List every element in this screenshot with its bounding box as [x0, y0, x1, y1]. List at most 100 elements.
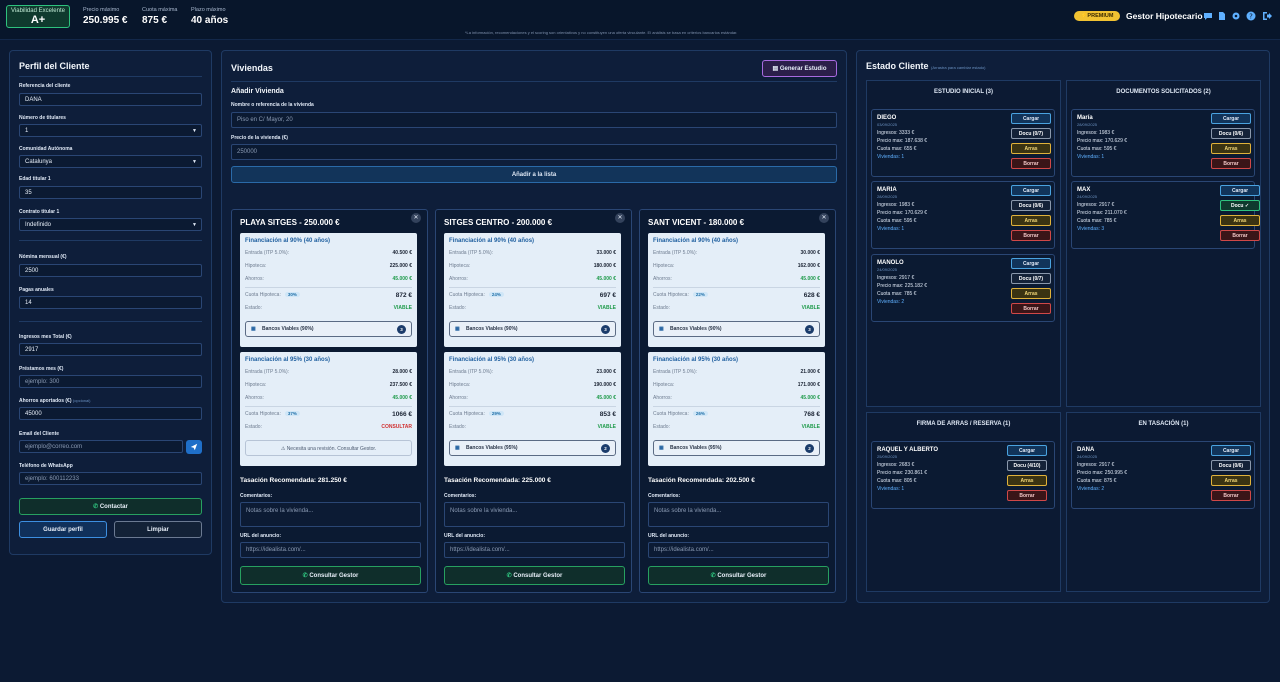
borrar-button[interactable]: Borrar — [1011, 158, 1051, 169]
close-icon[interactable]: ✕ — [819, 213, 829, 223]
guardar-perfil-button[interactable]: Guardar perfil — [19, 521, 107, 538]
bancos-viables-button[interactable]: ▦ Bancos Viables (95%) 2 — [653, 440, 820, 456]
consultar-gestor-button[interactable]: ✆ Consultar Gestor — [444, 566, 625, 585]
ahorros-input[interactable]: 45000 — [19, 407, 202, 420]
estado-row: Estado: CONSULTAR — [245, 424, 412, 432]
arras-button[interactable]: Arras — [1011, 143, 1051, 154]
docu-button[interactable]: Docu (0/6) — [1211, 460, 1251, 471]
cuota-value: 768 € — [803, 411, 820, 418]
docu-button[interactable]: Docu (0/6) — [1011, 200, 1051, 211]
contrato-select[interactable]: Indefinido ▼ — [19, 218, 202, 231]
comunidad-select[interactable]: Catalunya ▼ — [19, 155, 202, 168]
add-to-list-button[interactable]: Añadir a la lista — [231, 166, 837, 183]
chat-icon[interactable] — [1203, 11, 1213, 21]
arras-button[interactable]: Arras — [1211, 143, 1251, 154]
help-icon[interactable]: ? — [1246, 11, 1256, 21]
borrar-button[interactable]: Borrar — [1011, 303, 1051, 314]
cargar-button[interactable]: Cargar — [1011, 258, 1051, 269]
hipoteca-value: 180.000 € — [593, 263, 616, 269]
consultar-label: Consultar Gestor — [309, 573, 359, 579]
borrar-button[interactable]: Borrar — [1220, 230, 1260, 241]
bancos-viables-button[interactable]: ▦ Bancos Viables (90%) 3 — [449, 321, 616, 337]
logout-icon[interactable] — [1262, 11, 1272, 21]
client-card[interactable]: RAQUEL Y ALBERTO 25/09/2025 Ingresos: 26… — [871, 441, 1055, 509]
arras-button[interactable]: Arras — [1011, 215, 1051, 226]
url-input[interactable]: https://idealista.com/... — [444, 542, 625, 558]
arras-button[interactable]: Arras — [1220, 215, 1260, 226]
cargar-button[interactable]: Cargar — [1211, 113, 1251, 124]
tasacion-row: Tasación Recomendada: 225.000 € — [444, 477, 551, 484]
docu-button[interactable]: Docu (4/10) — [1007, 460, 1047, 471]
pagas-input[interactable]: 14 — [19, 296, 202, 309]
edad-input[interactable]: 35 — [19, 186, 202, 199]
comentarios-textarea[interactable]: Notas sobre la vivienda... — [240, 502, 421, 527]
url-input[interactable]: https://idealista.com/... — [648, 542, 829, 558]
bancos-viables-button[interactable]: ▦ Bancos Viables (95%) 2 — [449, 440, 616, 456]
borrar-button[interactable]: Borrar — [1007, 490, 1047, 501]
client-card[interactable]: MANOLO 24/09/2025 Ingresos: 2917 € Preci… — [871, 254, 1055, 322]
docu-button[interactable]: Docu (0/6) — [1211, 128, 1251, 139]
cargar-button[interactable]: Cargar — [1007, 445, 1047, 456]
whatsapp-field[interactable]: ejemplo: 600112233 — [19, 472, 202, 485]
cargar-button[interactable]: Cargar — [1211, 445, 1251, 456]
send-email-button[interactable] — [186, 440, 202, 454]
client-card[interactable]: MARIA 28/09/2025 Ingresos: 1983 € Precio… — [871, 181, 1055, 249]
consultar-gestor-button[interactable]: ✆ Consultar Gestor — [240, 566, 421, 585]
borrar-button[interactable]: Borrar — [1011, 230, 1051, 241]
vivienda-name-input[interactable]: Piso en C/ Mayor, 20 — [231, 112, 837, 128]
arras-button[interactable]: Arras — [1211, 475, 1251, 486]
bancos-viables-button[interactable]: ▦ Bancos Viables (90%) 3 — [245, 321, 412, 337]
nomina-input[interactable]: 2500 — [19, 264, 202, 277]
borrar-button[interactable]: Borrar — [1211, 158, 1251, 169]
client-cuota: Cuota max: 595 € — [1077, 146, 1117, 152]
document-icon[interactable] — [1217, 11, 1227, 21]
ahorros-row: Ahorros: 45.000 € — [449, 276, 616, 284]
ingresos-input[interactable]: 2917 — [19, 343, 202, 356]
ahorros-value: 45.000 € — [392, 395, 412, 401]
cuota-label: Cuota Hipoteca: — [449, 411, 485, 417]
close-icon[interactable]: ✕ — [615, 213, 625, 223]
ratio-badge: 37% — [284, 411, 300, 416]
gear-icon[interactable] — [1231, 11, 1241, 21]
docu-button[interactable]: Docu ✓ — [1220, 200, 1260, 211]
contactar-button[interactable]: ✆ Contactar — [19, 498, 202, 515]
client-card[interactable]: María 28/09/2025 Ingresos: 1983 € Precio… — [1071, 109, 1255, 177]
borrar-button[interactable]: Borrar — [1211, 490, 1251, 501]
arras-button[interactable]: Arras — [1011, 288, 1051, 299]
docu-button[interactable]: Docu (0/7) — [1011, 273, 1051, 284]
estado-label: Estado: — [449, 305, 466, 311]
bancos-viables-button[interactable]: ▦ Bancos Viables (90%) 3 — [653, 321, 820, 337]
close-icon[interactable]: ✕ — [411, 213, 421, 223]
prestamos-input[interactable]: ejemplo: 300 — [19, 375, 202, 388]
comentarios-textarea[interactable]: Notas sobre la vivienda... — [444, 502, 625, 527]
client-name: MANOLO — [877, 260, 904, 266]
kanban-column: EN TASACIÓN (1) DANA 24/09/2025 Ingresos… — [1066, 412, 1261, 592]
hipoteca-value: 237.500 € — [389, 382, 412, 388]
cargar-button[interactable]: Cargar — [1011, 113, 1051, 124]
email-field[interactable]: ejemplo@correo.com — [19, 440, 183, 453]
consultar-gestor-button[interactable]: ✆ Consultar Gestor — [648, 566, 829, 585]
url-input[interactable]: https://idealista.com/... — [240, 542, 421, 558]
ahorros-value: 45.000 € — [800, 395, 820, 401]
vivienda-price-input[interactable]: 250000 — [231, 144, 837, 160]
titulares-select[interactable]: 1 ▼ — [19, 124, 202, 137]
comentarios-textarea[interactable]: Notas sobre la vivienda... — [648, 502, 829, 527]
premium-badge: ⚡PREMIUM — [1074, 11, 1120, 21]
cargar-button[interactable]: Cargar — [1011, 185, 1051, 196]
docu-button[interactable]: Docu (0/7) — [1011, 128, 1051, 139]
client-card[interactable]: DIEGO 03/09/2025 Ingresos: 3333 € Precio… — [871, 109, 1055, 177]
disclaimer: *La información, recomendaciones y el sc… — [465, 30, 738, 35]
client-card[interactable]: MAX 24/09/2025 Ingresos: 2917 € Precio m… — [1071, 181, 1260, 249]
client-name: MARIA — [877, 187, 897, 193]
generar-estudio-button[interactable]: ▤ Generar Estudio — [762, 60, 837, 77]
arras-button[interactable]: Arras — [1007, 475, 1047, 486]
client-card[interactable]: DANA 24/09/2025 Ingresos: 2917 € Precio … — [1071, 441, 1255, 509]
vivienda-title: PLAYA SITGES - 250.000 € — [240, 218, 340, 227]
price-label: Precio de la vivienda (€) — [231, 135, 288, 141]
nomina-label: Nómina mensual (€) — [19, 254, 67, 260]
limpiar-button[interactable]: Limpiar — [114, 521, 202, 538]
ref-input[interactable]: DANA — [19, 93, 202, 106]
cargar-button[interactable]: Cargar — [1220, 185, 1260, 196]
itp-value: 21.000 € — [800, 369, 820, 375]
ratio-badge: 29% — [488, 411, 504, 416]
